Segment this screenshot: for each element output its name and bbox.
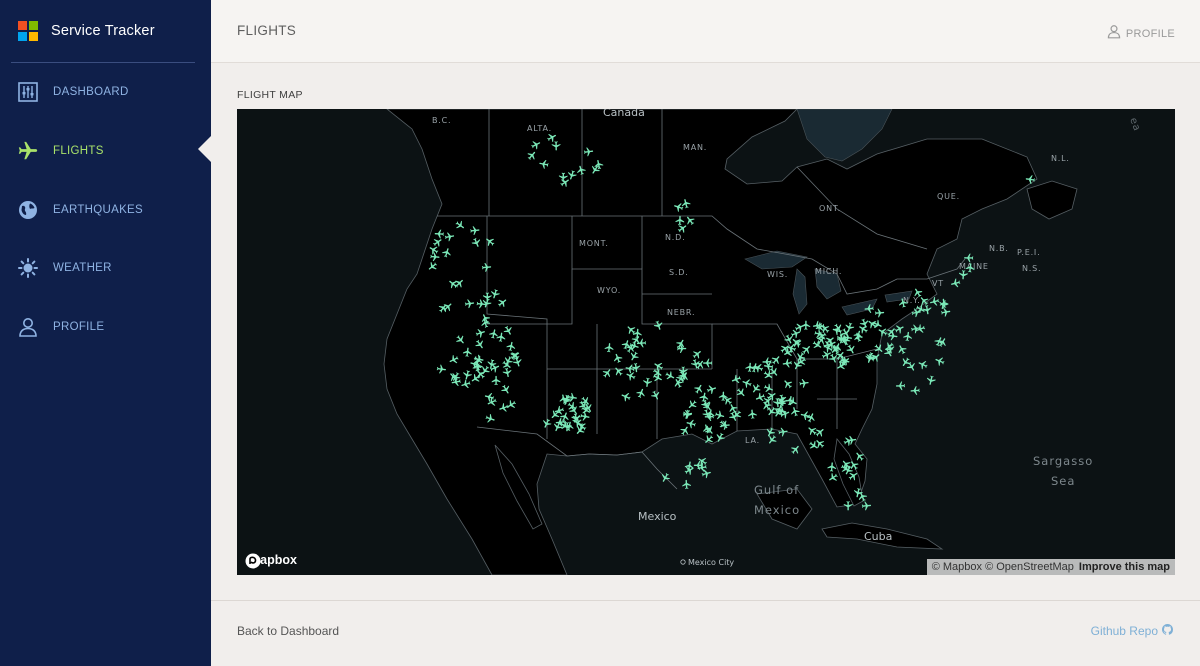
profile-label: PROFILE (1125, 28, 1175, 40)
github-label: Github Repo (1090, 624, 1158, 638)
label-pei: P.E.I. (1017, 248, 1040, 257)
sidebar-item-label: PROFILE (53, 321, 105, 333)
active-indicator (198, 136, 211, 162)
label-ont: ONT. (819, 204, 841, 213)
brand[interactable]: Service Tracker (18, 20, 155, 42)
footer-divider (211, 600, 1200, 601)
label-sd: S.D. (669, 268, 689, 277)
label-gulf-2: Mexico (754, 503, 800, 517)
flight-map[interactable]: Canada B.C. ALTA. MAN. N.L. QUE. ONT. MO… (237, 109, 1175, 575)
logo-square-yellow (29, 32, 38, 41)
label-bc: B.C. (432, 116, 451, 125)
page-title: FLIGHTS (237, 23, 297, 38)
mapbox-attribution-link[interactable]: © Mapbox (932, 559, 982, 575)
logo-square-red (18, 21, 27, 30)
airplane-icon (17, 140, 39, 162)
sun-icon (17, 257, 39, 279)
sidebar-item-label: DASHBOARD (53, 86, 129, 98)
sidebar-item-earthquakes[interactable]: EARTHQUAKES (0, 188, 211, 232)
logo-square-green (29, 21, 38, 30)
github-icon (1162, 624, 1174, 638)
sidebar-item-label: FLIGHTS (53, 145, 104, 157)
label-que: QUE. (937, 192, 960, 201)
label-vt: VT (932, 279, 944, 288)
sidebar: Service Tracker DASHBOARD FLIGHTS EARTHQ… (0, 0, 211, 666)
label-ns: N.S. (1022, 264, 1041, 273)
sliders-icon (17, 81, 39, 103)
header: FLIGHTS PROFILE (211, 0, 1200, 63)
label-nebr: NEBR. (667, 308, 695, 317)
label-mexico-city: Mexico City (688, 558, 734, 567)
map-attribution: © Mapbox © OpenStreetMap Improve this ma… (926, 559, 1175, 575)
label-cuba: Cuba (864, 530, 892, 543)
mapbox-logo[interactable]: mapbox (245, 553, 297, 569)
app-title: Service Tracker (51, 23, 155, 39)
sidebar-item-label: EARTHQUAKES (53, 204, 143, 216)
github-repo-link[interactable]: Github Repo (1090, 624, 1174, 638)
profile-link[interactable]: PROFILE (1107, 24, 1175, 44)
user-icon (1107, 24, 1121, 44)
label-nb: N.B. (989, 244, 1009, 253)
globe-icon (17, 199, 39, 221)
label-mexico: Mexico (638, 510, 677, 523)
label-wyo: WYO. (597, 286, 621, 295)
section-title: FLIGHT MAP (237, 89, 303, 101)
sidebar-item-profile[interactable]: PROFILE (0, 305, 211, 349)
label-wis: WIS. (767, 270, 788, 279)
label-la: LA. (745, 436, 760, 445)
back-to-dashboard-link[interactable]: Back to Dashboard (237, 624, 339, 638)
improve-map-link[interactable]: Improve this map (1079, 559, 1170, 575)
sidebar-divider (11, 62, 195, 63)
label-ny: N.Y. (903, 296, 921, 305)
microsoft-logo-icon (18, 21, 38, 41)
sidebar-item-weather[interactable]: WEATHER (0, 246, 211, 290)
label-nd: N.D. (665, 233, 685, 242)
sidebar-item-flights[interactable]: FLIGHTS (0, 129, 211, 173)
label-sargasso-2: Sea (1051, 474, 1075, 488)
user-icon (17, 316, 39, 338)
label-alta: ALTA. (527, 124, 552, 133)
logo-square-blue (18, 32, 27, 41)
map-canvas: Canada B.C. ALTA. MAN. N.L. QUE. ONT. MO… (237, 109, 1175, 575)
label-sargasso-1: Sargasso (1033, 454, 1093, 468)
sidebar-item-dashboard[interactable]: DASHBOARD (0, 70, 211, 114)
label-canada: Canada (603, 109, 645, 119)
label-mont: MONT. (579, 239, 609, 248)
osm-attribution-link[interactable]: © OpenStreetMap (985, 559, 1074, 575)
sidebar-item-label: WEATHER (53, 262, 112, 274)
label-mich: MICH. (815, 267, 842, 276)
label-gulf-1: Gulf of (754, 483, 799, 497)
label-man: MAN. (683, 143, 707, 152)
label-nl: N.L. (1051, 154, 1070, 163)
